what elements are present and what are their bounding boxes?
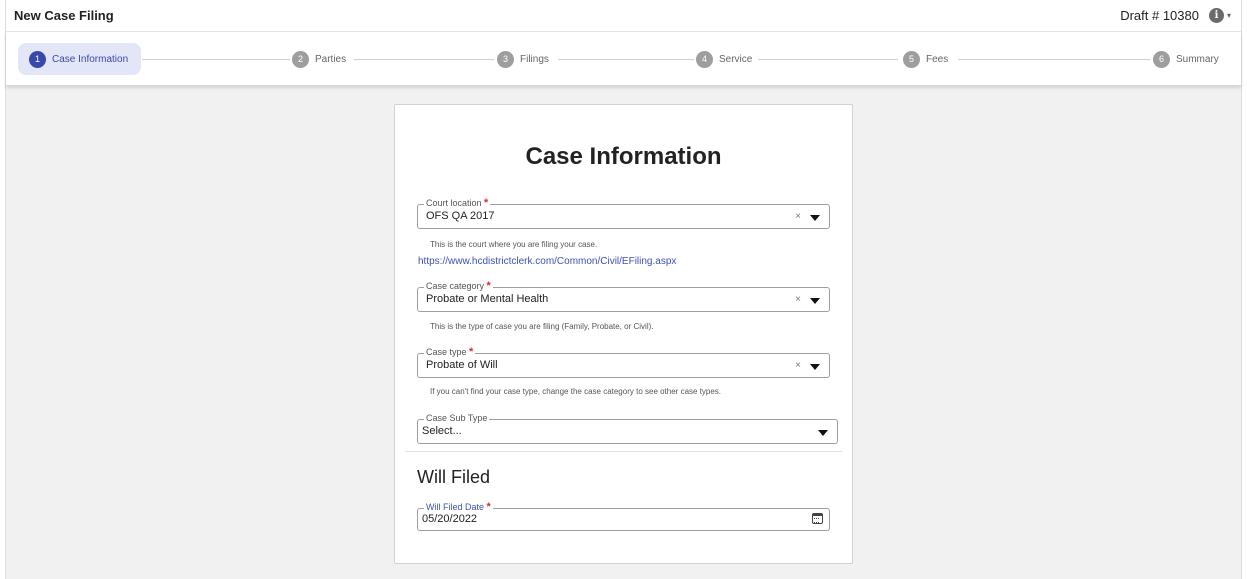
top-bar: New Case Filing Draft # 10380 i ▾: [6, 0, 1241, 32]
case-type-value: Probate of Will: [426, 359, 498, 371]
step-label: Parties: [315, 53, 347, 65]
court-location-value: OFS QA 2017: [426, 210, 495, 222]
case-category-hint: This is the type of case you are filing …: [430, 322, 654, 331]
step-number: 4: [696, 50, 713, 68]
step-number: 6: [1153, 50, 1170, 68]
step-label: Summary: [1176, 53, 1219, 65]
case-information-card: Case Information Court location * OFS QA…: [394, 104, 853, 564]
step-parties[interactable]: 2 Parties: [292, 43, 346, 75]
step-connector: [142, 59, 290, 60]
draft-area: Draft # 10380 i ▾: [1120, 8, 1231, 23]
will-filed-heading: Will Filed: [417, 467, 491, 487]
step-connector: [558, 59, 694, 60]
court-efiling-link[interactable]: https://www.hcdistrictclerk.com/Common/C…: [418, 256, 676, 267]
step-number: 1: [29, 50, 46, 68]
section-divider: [405, 451, 842, 452]
case-sub-type-select[interactable]: Case Sub Type Select...: [417, 412, 838, 444]
step-summary[interactable]: 6 Summary: [1153, 43, 1219, 75]
caret-down-icon[interactable]: [810, 298, 820, 304]
right-edge: [1241, 0, 1247, 579]
form-title: Case Information: [525, 143, 722, 170]
info-menu-button[interactable]: i ▾: [1208, 8, 1231, 23]
required-mark: *: [486, 501, 491, 513]
case-type-label: Case type *: [424, 346, 476, 358]
step-number: 2: [292, 50, 309, 68]
clear-icon[interactable]: ×: [795, 211, 801, 222]
case-type-hint: If you can't find your case type, change…: [430, 387, 722, 396]
step-number: 3: [497, 50, 514, 68]
will-filed-date-value: 05/20/2022: [422, 513, 478, 525]
clear-icon[interactable]: ×: [795, 360, 801, 371]
clear-icon[interactable]: ×: [795, 294, 801, 305]
will-filed-date-field[interactable]: Will Filed Date * 05/20/2022: [417, 501, 830, 531]
caret-down-icon[interactable]: [818, 430, 828, 436]
step-label: Service: [719, 53, 753, 65]
step-service[interactable]: 4 Service: [696, 43, 752, 75]
stepper: 1 Case Information 2 Parties 3 Filings 4…: [6, 32, 1241, 86]
draft-number: Draft # 10380: [1120, 8, 1199, 23]
step-label: Case Information: [52, 53, 129, 65]
court-location-select[interactable]: Court location * OFS QA 2017 ×: [417, 197, 830, 229]
chevron-down-icon: ▾: [1226, 11, 1231, 20]
case-sub-type-value: Select...: [422, 425, 462, 437]
case-category-select[interactable]: Case category * Probate or Mental Health…: [417, 280, 830, 312]
required-mark: *: [484, 197, 489, 209]
step-label: Fees: [926, 53, 949, 65]
step-label: Filings: [520, 53, 549, 65]
left-edge: [0, 0, 6, 579]
case-sub-type-label: Case Sub Type: [424, 412, 490, 424]
court-location-hint: This is the court where you are filing y…: [430, 240, 598, 249]
case-category-value: Probate or Mental Health: [426, 293, 549, 305]
step-number: 5: [903, 50, 920, 68]
caret-down-icon[interactable]: [810, 215, 820, 221]
step-fees[interactable]: 5 Fees: [903, 43, 948, 75]
calendar-icon[interactable]: [812, 513, 823, 524]
step-case-information[interactable]: 1 Case Information: [18, 43, 142, 75]
required-mark: *: [486, 280, 491, 292]
court-location-label: Court location *: [424, 197, 491, 209]
page-title: New Case Filing: [14, 8, 114, 23]
required-mark: *: [469, 346, 474, 358]
step-connector: [958, 59, 1150, 60]
caret-down-icon[interactable]: [810, 364, 820, 370]
step-connector: [354, 59, 494, 60]
case-type-select[interactable]: Case type * Probate of Will ×: [417, 346, 830, 378]
step-connector: [758, 59, 898, 60]
case-category-label: Case category *: [424, 280, 493, 292]
info-icon: i: [1208, 8, 1224, 23]
step-filings[interactable]: 3 Filings: [497, 43, 549, 75]
will-filed-date-label: Will Filed Date *: [424, 501, 493, 513]
